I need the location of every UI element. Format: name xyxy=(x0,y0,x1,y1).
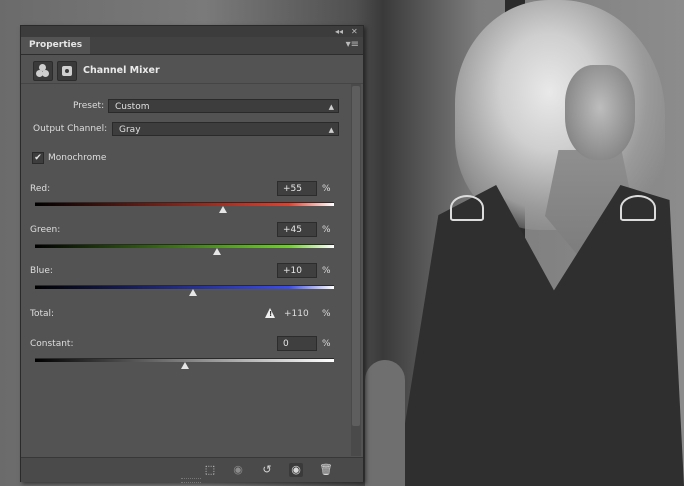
preset-value: Custom xyxy=(115,102,150,112)
visibility-eye-icon[interactable]: ◉ xyxy=(289,463,303,477)
red-slider-thumb[interactable] xyxy=(219,206,228,213)
mask-icon[interactable] xyxy=(57,61,77,81)
blue-label: Blue: xyxy=(30,266,53,276)
adjustment-layer-icon[interactable] xyxy=(33,61,53,81)
green-unit: % xyxy=(322,225,331,235)
select-arrows-icon: ▲ xyxy=(328,126,334,134)
shoulder-detail-left xyxy=(450,195,484,221)
panel-titlebar[interactable]: ◂◂ ✕ xyxy=(21,26,363,37)
green-slider-track[interactable] xyxy=(35,244,334,248)
total-unit: % xyxy=(322,309,331,319)
dress-shape xyxy=(395,185,684,486)
blue-slider-track[interactable] xyxy=(35,285,334,289)
blue-slider-thumb[interactable] xyxy=(189,289,198,296)
face-shape xyxy=(565,65,635,160)
trash-icon[interactable]: 🗑 xyxy=(319,463,333,477)
collapse-icon[interactable]: ◂◂ xyxy=(335,26,343,37)
panel-footer: ⬚ ◉ ↺ ◉ 🗑 xyxy=(21,457,363,483)
output-channel-select[interactable]: Gray ▲ xyxy=(112,122,339,136)
preset-label: Preset: xyxy=(73,101,105,111)
constant-slider-thumb[interactable] xyxy=(180,362,189,369)
close-icon[interactable]: ✕ xyxy=(351,26,358,37)
reset-icon[interactable]: ↺ xyxy=(260,463,274,477)
red-slider-track[interactable] xyxy=(35,202,334,206)
adjustment-header: Channel Mixer xyxy=(21,55,363,84)
constant-value-input[interactable]: 0 xyxy=(277,336,317,351)
total-label: Total: xyxy=(30,309,55,319)
panel-scrollbar[interactable] xyxy=(351,84,361,456)
properties-panel: ◂◂ ✕ Properties ▾≡ Channel Mixer Preset:… xyxy=(20,25,364,483)
panel-menu-icon[interactable]: ▾≡ xyxy=(346,39,359,50)
constant-label: Constant: xyxy=(30,339,74,349)
output-channel-value: Gray xyxy=(119,125,141,135)
total-value: +110 xyxy=(284,309,309,319)
warning-icon: ! xyxy=(265,308,275,318)
green-slider-thumb[interactable] xyxy=(213,248,222,255)
red-unit: % xyxy=(322,184,331,194)
view-previous-state-icon[interactable]: ◉ xyxy=(231,463,245,477)
tab-row: Properties ▾≡ xyxy=(21,37,363,55)
blue-unit: % xyxy=(322,266,331,276)
tab-properties[interactable]: Properties xyxy=(21,37,91,54)
output-channel-label: Output Channel: xyxy=(33,124,108,134)
clip-to-layer-icon[interactable]: ⬚ xyxy=(203,463,217,477)
select-arrows-icon: ▲ xyxy=(328,103,334,111)
monochrome-label: Monochrome xyxy=(48,153,107,163)
constant-unit: % xyxy=(322,339,331,349)
red-value-input[interactable]: +55 xyxy=(277,181,317,196)
preset-select[interactable]: Custom ▲ xyxy=(108,99,339,113)
red-label: Red: xyxy=(30,184,51,194)
monochrome-checkbox[interactable]: ✔ xyxy=(32,152,44,164)
resize-grip[interactable] xyxy=(181,478,201,483)
arm-shape xyxy=(365,360,405,486)
green-label: Green: xyxy=(30,225,61,235)
green-value-input[interactable]: +45 xyxy=(277,222,317,237)
adjustment-title: Channel Mixer xyxy=(83,65,160,76)
blue-value-input[interactable]: +10 xyxy=(277,263,317,278)
shoulder-detail-right xyxy=(620,195,656,221)
scrollbar-thumb[interactable] xyxy=(352,86,360,426)
